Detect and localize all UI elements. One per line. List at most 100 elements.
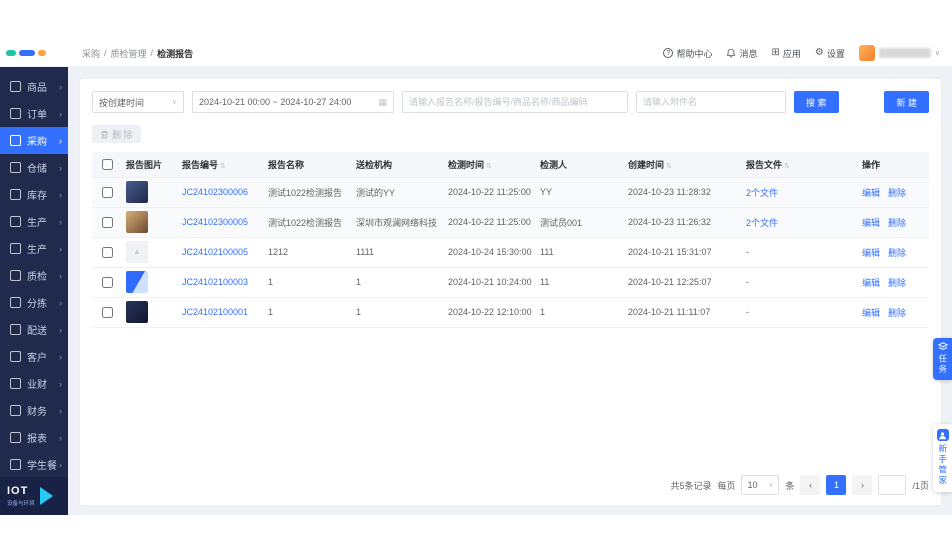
messages-button[interactable]: 消息 xyxy=(726,47,757,60)
select-all-checkbox[interactable] xyxy=(101,158,113,170)
prev-page-button[interactable]: ‹ xyxy=(800,475,821,495)
calendar-icon: ▦ xyxy=(378,96,387,107)
row-checkbox[interactable] xyxy=(101,306,113,318)
date-range-input[interactable]: 2024-10-21 00:00 ~ 2024-10-27 24:00 ▦ xyxy=(192,91,394,113)
guide-person-icon xyxy=(936,429,949,441)
table-row[interactable]: JC24102300006 测试1022检测报告 测试的YY 2024-10-2… xyxy=(92,177,929,208)
search-button[interactable]: 搜 索 xyxy=(794,91,839,113)
breadcrumb-qc-management[interactable]: 质检管理 xyxy=(111,47,147,60)
col-header-test-time[interactable]: 检测时间 ⇅ xyxy=(444,158,536,171)
total-records: 共5条记录 xyxy=(670,480,712,491)
attachment-search-input[interactable] xyxy=(636,91,786,113)
tester-cell: 111 xyxy=(540,247,554,257)
edit-link[interactable]: 编辑 xyxy=(862,246,880,259)
agency-cell: 1 xyxy=(356,307,362,317)
report-image-placeholder[interactable] xyxy=(126,241,148,263)
row-checkbox[interactable] xyxy=(101,216,113,228)
report-no-link[interactable]: JC24102100005 xyxy=(182,247,248,257)
sidebar-item-sorting[interactable]: 分拣 › xyxy=(0,289,68,316)
sidebar-item-production-1[interactable]: 生产 › xyxy=(0,208,68,235)
task-label: 任务 xyxy=(937,354,948,375)
sidebar-item-customers[interactable]: 客户 › xyxy=(0,343,68,370)
sidebar-item-products[interactable]: 商品 › xyxy=(0,73,68,100)
col-header-report-file[interactable]: 报告文件 ⇅ xyxy=(742,158,858,171)
sidebar-item-orders[interactable]: 订单 › xyxy=(0,100,68,127)
guide-float-button[interactable]: 新手管家 xyxy=(933,424,952,492)
page-jump-input[interactable] xyxy=(878,475,907,495)
report-image[interactable] xyxy=(126,181,148,203)
edit-link[interactable]: 编辑 xyxy=(862,216,880,229)
sidebar-item-biz-finance[interactable]: 业财 › xyxy=(0,370,68,397)
help-center-label: 帮助中心 xyxy=(676,48,713,59)
chevron-right-icon: › xyxy=(59,459,62,470)
agency-cell: 测试的YY xyxy=(356,187,396,198)
table-row[interactable]: JC24102100001 1 1 2024-10-22 12:10:00 1 … xyxy=(92,297,929,328)
col-header-created-time[interactable]: 创建时间 ⇅ xyxy=(624,158,742,171)
settings-label: 设置 xyxy=(826,48,845,59)
user-menu[interactable]: ∨ xyxy=(858,45,940,61)
report-no-link[interactable]: JC24102300005 xyxy=(182,217,248,227)
report-image[interactable] xyxy=(126,301,148,323)
report-no-link[interactable]: JC24102100001 xyxy=(182,307,248,317)
page-size-select[interactable]: 10 ∨ xyxy=(741,475,780,495)
sidebar-item-warehouse[interactable]: 仓储 › xyxy=(0,154,68,181)
sidebar-item-reports[interactable]: 报表 › xyxy=(0,424,68,451)
task-float-button[interactable]: 任务 xyxy=(933,338,952,380)
finance-icon xyxy=(10,405,21,416)
delete-link[interactable]: 删除 xyxy=(888,246,906,259)
per-page-label: 每页 xyxy=(717,480,736,491)
row-checkbox[interactable] xyxy=(101,246,113,258)
chevron-down-icon: ∨ xyxy=(171,99,177,106)
edit-link[interactable]: 编辑 xyxy=(862,276,880,289)
new-button[interactable]: 新 建 xyxy=(884,91,929,113)
chevron-right-icon: › xyxy=(59,135,62,146)
files-link[interactable]: 2个文件 xyxy=(746,188,778,198)
sidebar-item-quality[interactable]: 质检 › xyxy=(0,262,68,289)
breadcrumb-purchase[interactable]: 采购 xyxy=(82,47,100,60)
iot-panel[interactable]: IOT 设备与环境 xyxy=(0,477,68,515)
chevron-right-icon: › xyxy=(59,162,62,173)
row-checkbox[interactable] xyxy=(101,276,113,288)
sidebar-item-inventory[interactable]: 库存 › xyxy=(0,181,68,208)
table-row[interactable]: JC24102300005 测试1022检测报告 深圳市观澜网络科技 2024-… xyxy=(92,207,929,238)
report-image[interactable] xyxy=(126,271,148,293)
files-link[interactable]: 2个文件 xyxy=(746,218,778,228)
purchase-icon xyxy=(10,135,21,146)
help-center-button[interactable]: ? 帮助中心 xyxy=(663,47,712,60)
report-no-link[interactable]: JC24102100003 xyxy=(182,277,248,287)
sidebar-item-production-2[interactable]: 生产 › xyxy=(0,235,68,262)
report-search-input[interactable] xyxy=(402,91,628,113)
delete-link[interactable]: 删除 xyxy=(888,186,906,199)
delete-link[interactable]: 删除 xyxy=(888,276,906,289)
table-row[interactable]: JC24102100003 1 1 2024-10-21 10:24:00 11… xyxy=(92,267,929,298)
delete-selected-button[interactable]: 删 除 xyxy=(92,125,141,143)
sidebar-item-purchase[interactable]: 采购 › xyxy=(0,127,68,154)
production-icon xyxy=(10,243,21,254)
apps-button[interactable]: ⊞ 应用 xyxy=(771,47,800,60)
sidebar-item-student-meal[interactable]: 学生餐 › xyxy=(0,451,68,478)
sort-icon: ⇅ xyxy=(486,162,492,170)
delete-link[interactable]: 删除 xyxy=(888,306,906,319)
sidebar-item-delivery[interactable]: 配送 › xyxy=(0,316,68,343)
report-image[interactable] xyxy=(126,211,148,233)
tester-cell: 1 xyxy=(540,307,546,317)
app-logo[interactable] xyxy=(0,40,68,66)
report-table: 报告图片 报告编号 ⇅ 报告名称 送检机构 检测时间 ⇅ 检测人 创建时间 ⇅ 报告文… xyxy=(92,151,929,328)
delete-link[interactable]: 删除 xyxy=(888,216,906,229)
page-1-button[interactable]: 1 xyxy=(826,475,847,495)
messages-label: 消息 xyxy=(739,48,758,59)
time-type-select[interactable]: 按创建时间 ∨ xyxy=(92,91,184,113)
agency-cell: 1 xyxy=(356,277,362,287)
report-no-link[interactable]: JC24102300006 xyxy=(182,187,248,197)
edit-link[interactable]: 编辑 xyxy=(862,306,880,319)
edit-link[interactable]: 编辑 xyxy=(862,186,880,199)
col-header-report-no[interactable]: 报告编号 ⇅ xyxy=(178,158,264,171)
next-page-button[interactable]: › xyxy=(852,475,873,495)
table-row[interactable]: JC24102100005 1212 1111 2024-10-24 15:30… xyxy=(92,237,929,268)
test-time-cell: 2024-10-22 11:25:00 xyxy=(448,217,531,227)
settings-button[interactable]: ⚙ 设置 xyxy=(815,47,845,60)
chevron-down-icon: ∨ xyxy=(934,50,940,57)
orders-icon xyxy=(10,108,21,119)
row-checkbox[interactable] xyxy=(101,186,113,198)
sidebar-item-finance[interactable]: 财务 › xyxy=(0,397,68,424)
